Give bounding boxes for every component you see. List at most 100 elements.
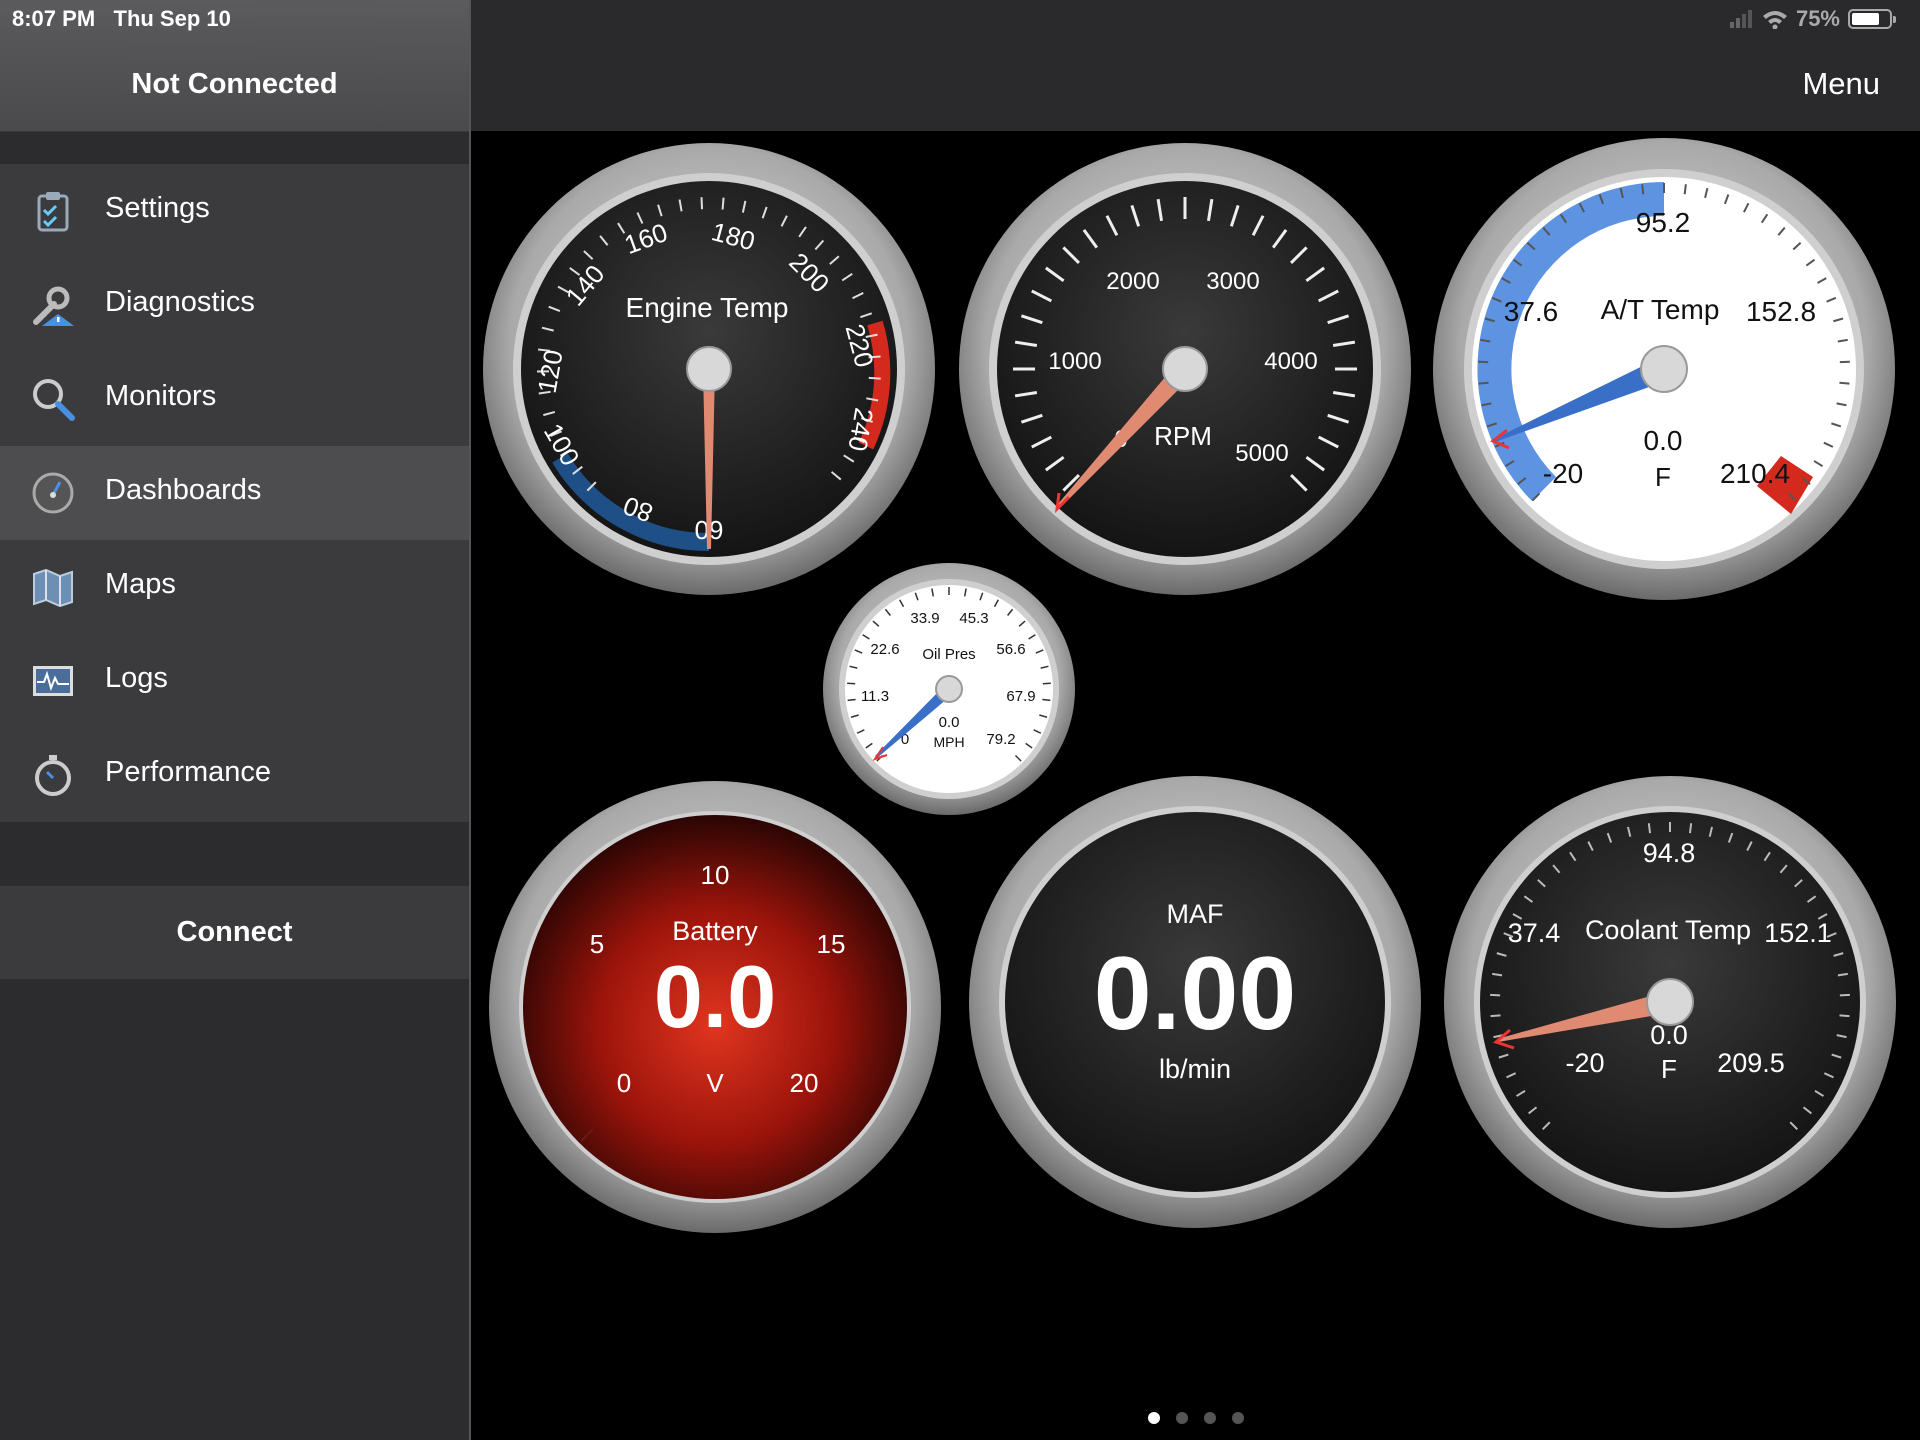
tick-label: 0 [617,1068,631,1098]
sidebar-item-label: Logs [105,662,168,694]
needle-hub [1640,345,1688,393]
sidebar-menu: Settings Diagnostics Monitors Dashboards… [0,164,469,822]
tick-label: 2000 [1106,268,1159,295]
tick-mark [1478,381,1489,385]
page-dot[interactable] [1175,1412,1188,1424]
sidebar-item-label: Performance [105,756,272,788]
tick-label: 67.9 [1006,688,1035,705]
sidebar-item-label: Dashboards [105,474,262,506]
magnifier-icon [33,379,75,421]
sidebar-item-maps[interactable]: Maps [0,540,469,634]
battery-icon [1848,9,1896,29]
gauge-value: 0.0 [939,714,960,731]
waveform-icon [33,666,73,696]
clipboard-check-icon [37,192,69,232]
tick-mark [1839,1014,1850,1018]
gauge-unit: F [1661,1054,1677,1084]
tick-label: 5 [590,929,604,959]
needle-hub [1162,346,1208,392]
gauge-value: 0.0 [654,947,776,1046]
sidebar-item-dashboards[interactable]: Dashboards [0,446,469,540]
tick-label: 152.1 [1764,918,1832,948]
tick-label: 37.6 [1504,296,1559,327]
page-indicator[interactable] [471,1412,1920,1424]
sidebar-item-settings[interactable]: Settings [0,164,469,258]
wifi-icon [1762,11,1787,29]
tick-label: 15 [817,929,846,959]
tick-mark [1490,1014,1501,1018]
gauge-unit: MPH [933,734,964,750]
rpm-gauge[interactable]: 0 1000 2000 3000 4000 5000 RPM [957,141,1413,597]
tick-label: 3000 [1206,268,1259,295]
needle-hub [1646,978,1694,1026]
sidebar-item-label: Diagnostics [105,286,255,318]
sidebar-item-logs[interactable]: Logs [0,634,469,728]
tick-label: 152.8 [1746,296,1816,327]
signal-icon [1729,10,1752,28]
gauge-value: 0.00 [1094,936,1296,1052]
map-icon [33,568,73,608]
tick-mark [1683,184,1687,195]
gauge-title: Battery [672,916,758,946]
sidebar-item-label: Monitors [105,380,217,412]
tick-label: 10 [701,860,730,890]
gauge-title: Oil Pres [922,646,975,663]
battery-percent: 75% [1795,6,1840,31]
battery-gauge[interactable]: 10 5 15 0 20 Battery 0.0 V [487,779,943,1235]
tick-mark [1042,698,1051,702]
gauge-title: A/T Temp [1601,294,1720,325]
gauge-unit: F [1655,462,1671,492]
tick-mark [847,698,856,702]
tick-label: 22.6 [870,641,899,658]
sidebar-item-label: Settings [105,192,210,224]
connect-button[interactable]: Connect [0,886,469,979]
tick-label: -20 [1543,458,1583,489]
page-dot[interactable] [1147,1412,1160,1424]
tick-label: 37.4 [1508,918,1561,948]
tick-label: -20 [1565,1048,1604,1078]
gauge-unit: lb/min [1159,1054,1231,1084]
tick-label: 20 [790,1068,819,1098]
tick-mark [721,197,725,210]
status-time: 8:07 PM [12,6,96,31]
status-indicators: 75% [1729,6,1896,32]
gauge-title: MAF [1167,899,1224,929]
maf-gauge[interactable]: MAF 0.00 lb/min [967,774,1423,1230]
needle-hub [935,675,963,703]
engine-temp-gauge[interactable]: 100 120 140 160 180 200 220 240 80 60 En… [481,141,937,597]
tick-label: 79.2 [986,731,1015,748]
gauge-unit: V [706,1068,724,1098]
speedometer-icon [32,472,74,514]
sidebar: Not Connected Settings Diagnostics Monit… [0,0,471,1440]
page-dot[interactable] [1203,1412,1216,1424]
gauge-title: RPM [1154,421,1212,451]
tick-label: 209.5 [1717,1048,1785,1078]
stopwatch-icon [35,755,71,796]
gauge-title: Engine Temp [626,292,789,323]
top-bar: Menu [471,0,1920,131]
tick-label: 5000 [1235,440,1288,467]
tick-mark [1839,381,1850,385]
sidebar-item-monitors[interactable]: Monitors [0,352,469,446]
sidebar-item-diagnostics[interactable]: Diagnostics [0,258,469,352]
tick-mark [1641,184,1645,195]
at-temp-gauge[interactable]: 95.2 37.6 152.8 -20 210.4 A/T Temp 0.0 F [1431,136,1897,602]
menu-button[interactable]: Menu [1802,66,1880,102]
tick-mark [1688,823,1693,834]
gauge-value: 0.0 [1644,425,1683,456]
tick-mark [868,376,881,380]
tick-label: 94.8 [1643,838,1696,868]
connection-status: Not Connected [131,68,338,100]
tick-label: 4000 [1264,348,1317,375]
page-dot[interactable] [1231,1412,1244,1424]
tick-label: 11.3 [861,688,889,705]
tick-label: 1000 [1048,348,1101,375]
coolant-temp-gauge[interactable]: 94.8 37.4 152.1 -20 209.5 Coolant Temp 0… [1442,774,1898,1230]
wrench-warning-icon [33,286,74,326]
gauge-title: Coolant Temp [1585,915,1751,945]
tick-label: 56.6 [996,641,1025,658]
sidebar-item-label: Maps [105,568,176,600]
sidebar-item-performance[interactable]: Performance [0,728,469,822]
dashboard: 100 120 140 160 180 200 220 240 80 60 En… [471,131,1920,1440]
tick-label: 45.3 [959,610,988,627]
